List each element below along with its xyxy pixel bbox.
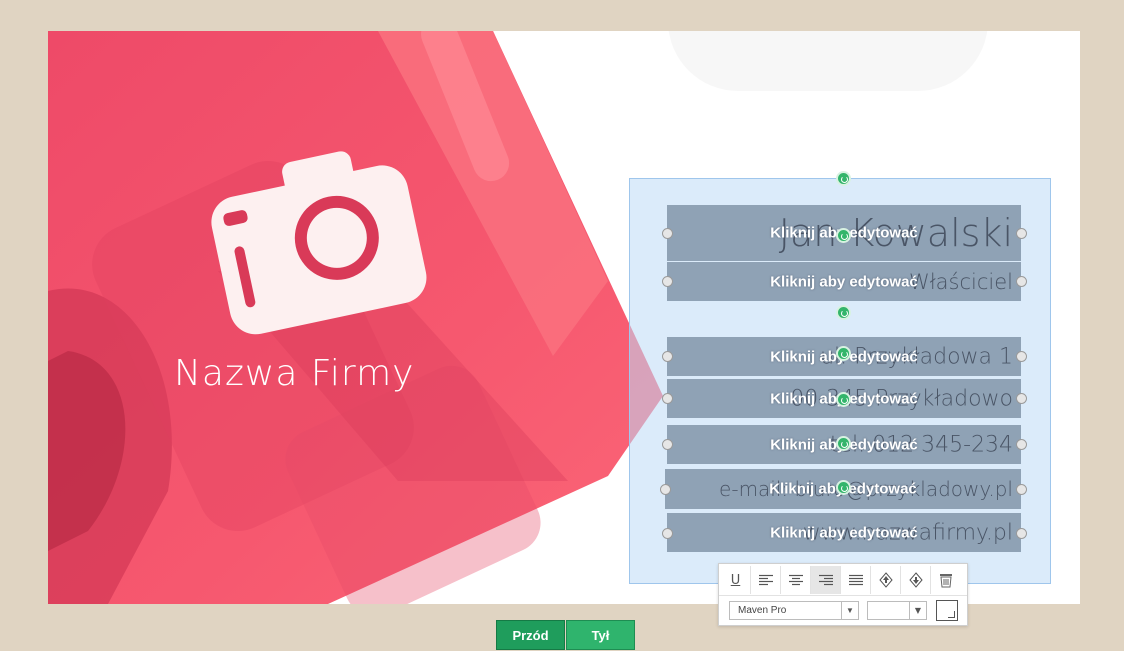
send-backward-icon[interactable] — [901, 566, 931, 594]
chevron-down-icon[interactable]: ▼ — [909, 602, 926, 619]
rotate-handle[interactable] — [836, 228, 851, 243]
rotate-handle[interactable] — [836, 436, 851, 451]
font-family-value: Maven Pro — [738, 605, 787, 616]
edit-hint: Kliknij aby edytować — [770, 524, 918, 541]
resize-handle[interactable] — [660, 484, 671, 495]
font-family-select[interactable]: Maven Pro ▼ — [729, 601, 859, 620]
rotate-handle[interactable] — [836, 346, 851, 361]
trash-icon[interactable] — [931, 566, 961, 594]
company-name-text[interactable]: Nazwa Firmy — [174, 353, 414, 394]
website-field[interactable]: www.nazwafirmy.pl Kliknij aby edytować — [667, 513, 1021, 552]
toolbar-buttons-row: U — [721, 566, 961, 594]
resize-handle[interactable] — [1016, 351, 1027, 362]
resize-handle[interactable] — [1016, 393, 1027, 404]
text-color-picker[interactable] — [936, 600, 958, 621]
rotate-handle[interactable] — [836, 392, 851, 407]
resize-handle[interactable] — [662, 393, 673, 404]
toolbar-divider — [719, 595, 967, 596]
back-side-button[interactable]: Tył — [566, 620, 635, 650]
text-format-toolbar: U Maven Pro ▼ ▼ — [718, 563, 968, 626]
group-rotate-handle[interactable] — [836, 171, 851, 186]
bring-forward-icon[interactable] — [871, 566, 901, 594]
rotate-handle[interactable] — [836, 305, 851, 320]
align-justify-icon[interactable] — [841, 566, 871, 594]
resize-handle[interactable] — [662, 276, 673, 287]
resize-handle[interactable] — [662, 528, 673, 539]
resize-handle[interactable] — [1016, 528, 1027, 539]
resize-handle[interactable] — [1016, 439, 1027, 450]
front-side-button[interactable]: Przód — [496, 620, 565, 650]
resize-handle[interactable] — [662, 439, 673, 450]
resize-handle[interactable] — [662, 351, 673, 362]
underline-icon[interactable]: U — [721, 566, 751, 594]
title-field[interactable]: Właściciel Kliknij aby edytować — [667, 262, 1021, 301]
resize-handle[interactable] — [1016, 228, 1027, 239]
align-left-icon[interactable] — [751, 566, 781, 594]
font-size-select[interactable]: ▼ — [867, 601, 927, 620]
chevron-down-icon[interactable]: ▼ — [841, 602, 858, 619]
edit-hint: Kliknij aby edytować — [770, 273, 918, 290]
resize-handle[interactable] — [1016, 276, 1027, 287]
align-center-icon[interactable] — [781, 566, 811, 594]
rotate-handle[interactable] — [836, 480, 851, 495]
resize-handle[interactable] — [662, 228, 673, 239]
align-right-icon[interactable] — [811, 566, 841, 594]
resize-handle[interactable] — [1016, 484, 1027, 495]
